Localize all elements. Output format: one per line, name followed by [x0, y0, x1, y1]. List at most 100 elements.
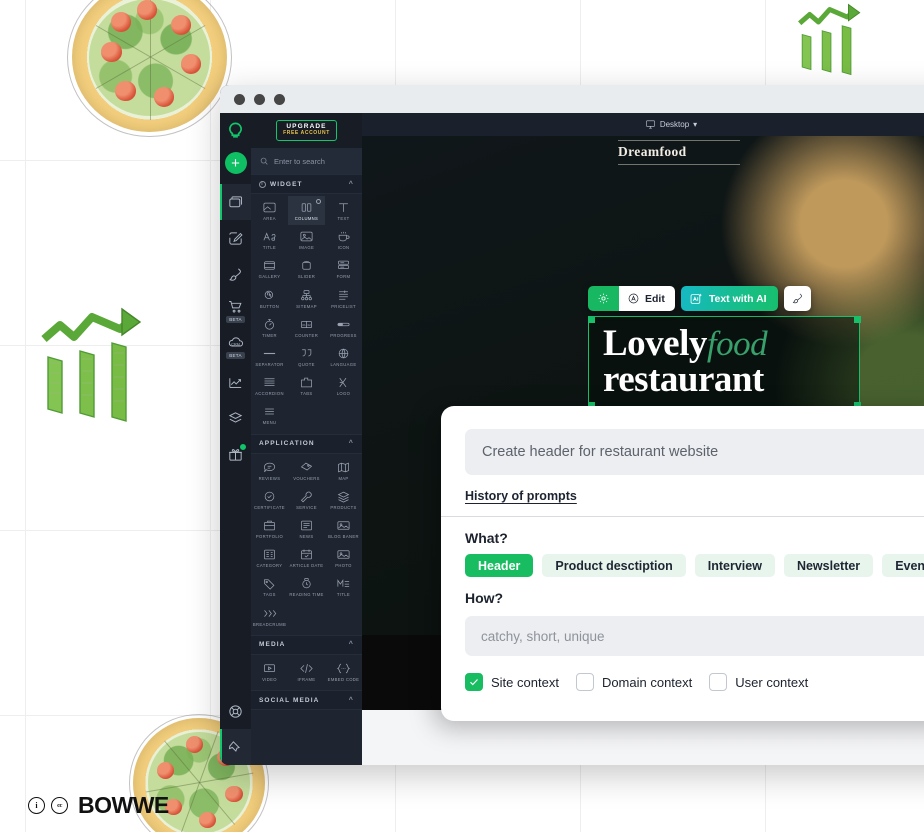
widget-tile-logo[interactable]: LOGO [325, 371, 362, 400]
brand-logo[interactable] [220, 113, 251, 148]
widget-tile-timer[interactable]: TIMER [251, 313, 288, 342]
site-logo-text: Dreamfood [618, 144, 687, 159]
section-header-social-media[interactable]: SOCIAL MEDIA ^ [251, 690, 362, 711]
layers-button[interactable] [220, 400, 251, 436]
app-tile-breadcrumb[interactable]: BREADCRUMB [251, 602, 288, 631]
edit-button[interactable]: Edit [619, 286, 675, 311]
app-label: REVIEWS [258, 475, 281, 481]
app-tile-service[interactable]: SERVICE [288, 485, 325, 514]
widget-tile-pricelist[interactable]: PRICELIST [325, 284, 362, 313]
widget-tile-form[interactable]: FORM [325, 254, 362, 283]
widget-tile-icon[interactable]: ICON [325, 225, 362, 254]
search-input[interactable]: Enter to search [251, 148, 362, 174]
section-header-application[interactable]: APPLICATION ^ [251, 433, 362, 454]
panel-scroll-area[interactable]: i WIDGET ^ AREA COLUMNS TEXT TITLE IMAGE… [251, 174, 362, 765]
settings-button[interactable] [588, 286, 619, 311]
app-label: MAP [338, 475, 349, 481]
domain-context-option[interactable]: Domain context [575, 673, 692, 691]
user-context-checkbox[interactable] [709, 673, 728, 691]
help-button[interactable] [220, 693, 251, 729]
widget-tile-sitemap[interactable]: SITEMAP [288, 284, 325, 313]
crm-button[interactable]: CRM BETA [220, 328, 251, 364]
app-tile-reading-time[interactable]: READING TIME [288, 572, 325, 601]
section-header-widget[interactable]: i WIDGET ^ [251, 174, 362, 194]
widget-tile-quote[interactable]: QUOTE [288, 342, 325, 371]
upgrade-button[interactable]: UPGRADE FREE ACCOUNT [276, 120, 337, 141]
site-context-option[interactable]: Site context [465, 673, 559, 691]
media-tile-iframe[interactable]: IFRAME [288, 657, 325, 686]
chip-interview[interactable]: Interview [694, 554, 775, 577]
history-of-prompts-link[interactable]: History of prompts [465, 489, 577, 503]
widget-tile-gallery[interactable]: GALLERY [251, 254, 288, 283]
site-logo[interactable]: Dreamfood [618, 140, 740, 165]
widget-tile-tabs[interactable]: TABS [288, 371, 325, 400]
how-input[interactable] [465, 616, 924, 656]
chip-newsletter[interactable]: Newsletter [783, 554, 874, 577]
section-header-media[interactable]: MEDIA ^ [251, 634, 362, 655]
app-tile-vouchers[interactable]: VOUCHERS [288, 456, 325, 485]
app-tile-category[interactable]: CATEGORY [251, 543, 288, 572]
widget-tile-counter[interactable]: 01 32 COUNTER [288, 313, 325, 342]
app-tile-reviews[interactable]: REVIEWS [251, 456, 288, 485]
app-tile-title[interactable]: TITLE [325, 572, 362, 601]
widget-tile-area[interactable]: AREA [251, 196, 288, 225]
edit-button[interactable] [220, 220, 251, 256]
chip-product-description[interactable]: Product desctiption [542, 554, 686, 577]
chip-event[interactable]: Event [882, 554, 924, 577]
headline-element[interactable]: Lovelyfood restaurant [587, 315, 861, 409]
media-label: IFRAME [297, 676, 316, 682]
domain-context-checkbox[interactable] [575, 673, 594, 691]
window-close-button[interactable] [234, 93, 245, 105]
products-icon [337, 491, 350, 503]
pin-icon [228, 740, 240, 752]
cart-icon [229, 300, 242, 313]
widget-tile-columns[interactable]: COLUMNS [288, 196, 325, 226]
resize-handle-top-right[interactable] [853, 315, 861, 323]
media-tile-video[interactable]: VIDEO [251, 657, 288, 686]
add-button[interactable]: + [220, 148, 251, 184]
window-minimize-button[interactable] [254, 93, 265, 105]
counter-icon: 01 32 [301, 320, 312, 328]
app-tile-map[interactable]: MAP [325, 456, 362, 485]
style-brush-button[interactable] [783, 286, 811, 311]
prompt-input[interactable] [465, 429, 924, 475]
widget-tile-image[interactable]: IMAGE [288, 225, 325, 254]
pin-button[interactable] [220, 729, 251, 765]
chevron-up-icon: ^ [348, 440, 354, 448]
widget-tile-progress[interactable]: PROGRESS [325, 313, 362, 342]
device-selector[interactable]: Desktop ▾ [645, 119, 697, 130]
user-context-option[interactable]: User context [709, 673, 808, 691]
app-tile-photo[interactable]: PHOTO [325, 543, 362, 572]
app-tile-certificate[interactable]: CERTIFICATE [251, 485, 288, 514]
text-with-ai-button[interactable]: Text with AI [680, 286, 778, 311]
pages-button[interactable] [220, 184, 251, 220]
resize-handle-top-left[interactable] [587, 315, 595, 323]
ecommerce-button[interactable]: BETA [220, 292, 251, 328]
widget-tile-separator[interactable]: SEPARATOR [251, 342, 288, 371]
window-maximize-button[interactable] [274, 93, 285, 105]
design-button[interactable] [220, 256, 251, 292]
media-tile-embed-code[interactable]: EMBED CODE [325, 657, 362, 686]
app-tile-news[interactable]: NEWS [288, 514, 325, 543]
bowwe-mark-icon [229, 122, 242, 138]
widget-tile-slider[interactable]: SLIDER [288, 254, 325, 283]
app-tile-article-date[interactable]: ARTICLE DATE [288, 543, 325, 572]
widget-tile-accordion[interactable]: ACCORDION [251, 371, 288, 400]
menu-icon [265, 409, 274, 415]
chip-header[interactable]: Header [465, 554, 534, 577]
gifts-button[interactable] [220, 436, 251, 472]
widget-tile-menu[interactable]: MENU [251, 400, 288, 429]
headline-word-food: food [706, 323, 768, 363]
widget-tile-text[interactable]: TEXT [325, 196, 362, 225]
app-tile-portfolio[interactable]: PORTFOLIO [251, 514, 288, 543]
widget-tile-title[interactable]: TITLE [251, 225, 288, 254]
analytics-button[interactable] [220, 364, 251, 400]
columns-icon [301, 203, 312, 212]
app-tile-tags[interactable]: TAGS [251, 572, 288, 601]
photo-icon [337, 550, 350, 559]
widget-tile-language[interactable]: LANGUAGE [325, 342, 362, 371]
widget-tile-button[interactable]: BUTTON [251, 284, 288, 313]
site-context-checkbox[interactable] [465, 673, 483, 691]
app-tile-blog-banner[interactable]: BLOG BANER [325, 514, 362, 543]
app-tile-products[interactable]: PRODUCTS [325, 485, 362, 514]
